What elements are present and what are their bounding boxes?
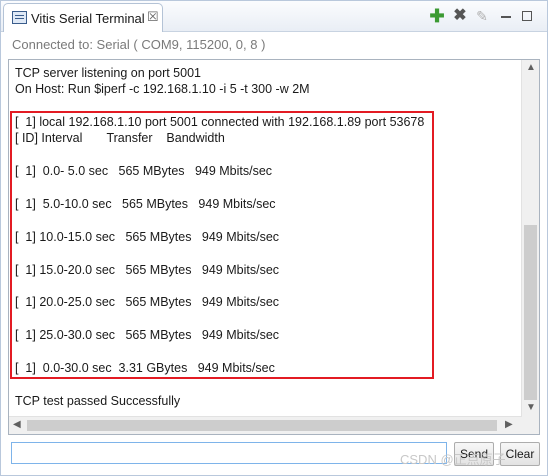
x-icon[interactable]: ✖ xyxy=(452,8,468,24)
plus-icon[interactable]: ✚ xyxy=(429,7,445,25)
console-line: [ 1] 20.0-25.0 sec 565 MBytes 949 Mbits/… xyxy=(15,295,280,309)
console-line: [ 1] local 192.168.1.10 port 5001 connec… xyxy=(15,115,425,129)
scroll-left-icon[interactable]: ◀ xyxy=(13,419,21,430)
tab-bar: Vitis Serial Terminal ☒ ✚ ✖ ✎ xyxy=(1,1,547,32)
scroll-right-icon[interactable]: ▶ xyxy=(505,419,513,430)
console-line: TCP test passed Successfully xyxy=(15,394,181,408)
console-line: [ 1] 10.0-15.0 sec 565 MBytes 949 Mbits/… xyxy=(15,230,280,244)
pencil-icon[interactable]: ✎ xyxy=(474,8,490,24)
terminal-icon xyxy=(12,11,27,24)
tab-vitis-serial-terminal[interactable]: Vitis Serial Terminal ☒ xyxy=(3,3,163,32)
serial-terminal-window: Vitis Serial Terminal ☒ ✚ ✖ ✎ Connected … xyxy=(0,0,548,476)
vertical-scrollbar[interactable]: ▲ ▼ xyxy=(521,60,539,417)
minimize-icon[interactable] xyxy=(498,8,514,24)
console-line: [ 1] 25.0-30.0 sec 565 MBytes 949 Mbits/… xyxy=(15,328,280,342)
maximize-icon[interactable] xyxy=(519,8,535,24)
send-input[interactable] xyxy=(11,442,447,464)
console-line: [ 1] 0.0- 5.0 sec 565 MBytes 949 Mbits/s… xyxy=(15,164,273,178)
console-line: [ 1] 5.0-10.0 sec 565 MBytes 949 Mbits/s… xyxy=(15,197,276,211)
scrollbar-corner xyxy=(522,417,539,434)
horizontal-scrollbar[interactable]: ◀ ▶ xyxy=(9,416,522,434)
watermark: CSDN @正点原子 xyxy=(400,452,506,467)
console-line: [ 1] 0.0-30.0 sec 3.31 GBytes 949 Mbits/… xyxy=(15,361,275,375)
close-icon[interactable]: ☒ xyxy=(147,9,159,25)
clear-button[interactable]: Clear xyxy=(500,442,540,466)
tab-title: Vitis Serial Terminal xyxy=(31,11,145,26)
connection-status: Connected to: Serial ( COM9, 115200, 0, … xyxy=(12,37,266,52)
vertical-scroll-thumb[interactable] xyxy=(524,225,537,400)
scroll-down-icon[interactable]: ▼ xyxy=(526,402,536,413)
console-line: On Host: Run $iperf -c 192.168.1.10 -i 5… xyxy=(15,82,310,96)
console-line: TCP server listening on port 5001 xyxy=(15,66,201,80)
console-line: [ ID] Interval Transfer Bandwidth xyxy=(15,131,225,145)
console-line: [ 1] 15.0-20.0 sec 565 MBytes 949 Mbits/… xyxy=(15,263,280,277)
scroll-up-icon[interactable]: ▲ xyxy=(526,62,536,73)
horizontal-scroll-thumb[interactable] xyxy=(27,420,497,431)
console-output[interactable]: TCP server listening on port 5001 On Hos… xyxy=(8,59,540,435)
